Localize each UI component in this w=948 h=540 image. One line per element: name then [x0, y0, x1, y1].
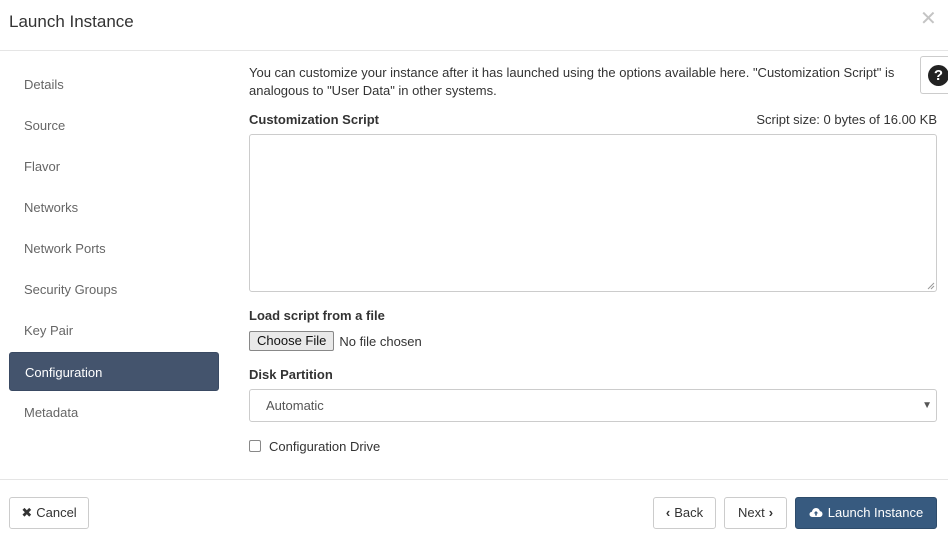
configuration-drive-checkbox[interactable] — [249, 440, 261, 452]
sidebar-item-source[interactable]: Source — [9, 105, 219, 146]
disk-partition-label: Disk Partition — [249, 367, 333, 382]
intro-line-2: analogous to "User Data" in other system… — [249, 83, 497, 98]
sidebar-item-security-groups[interactable]: Security Groups — [9, 269, 219, 310]
chevron-left-icon: ‹ — [665, 505, 671, 520]
load-script-label: Load script from a file — [249, 308, 385, 323]
resize-grip-icon[interactable] — [927, 282, 935, 290]
intro-text: You can customize your instance after it… — [249, 64, 937, 100]
modal-title: Launch Instance — [9, 12, 134, 31]
times-icon: ✖ — [21, 505, 33, 520]
sidebar-item-network-ports[interactable]: Network Ports — [9, 228, 219, 269]
sidebar-item-networks[interactable]: Networks — [9, 187, 219, 228]
choose-file-button[interactable]: Choose File — [249, 331, 335, 351]
sidebar-item-configuration[interactable]: Configuration — [9, 352, 219, 391]
disk-partition-select[interactable]: Automatic ▼ — [249, 389, 937, 422]
file-picker: Choose File No file chosen — [249, 331, 422, 351]
sidebar-item-details[interactable]: Details — [9, 64, 219, 105]
chevron-right-icon: › — [768, 505, 774, 520]
configuration-drive-label[interactable]: Configuration Drive — [269, 439, 380, 454]
modal-footer: ✖ Cancel ‹ Back Next › Launch Instance — [0, 479, 948, 540]
cancel-button[interactable]: ✖ Cancel — [9, 497, 89, 529]
launch-instance-button[interactable]: Launch Instance — [795, 497, 937, 529]
customization-script-textarea[interactable] — [249, 134, 937, 292]
caret-down-icon: ▼ — [922, 400, 932, 411]
close-icon[interactable]: ✕ — [920, 9, 937, 29]
cloud-upload-icon — [809, 508, 823, 518]
sidebar-item-key-pair[interactable]: Key Pair — [9, 310, 219, 351]
customization-script-label: Customization Script — [249, 112, 380, 127]
disk-partition-value: Automatic — [266, 398, 324, 413]
sidebar-item-flavor[interactable]: Flavor — [9, 146, 219, 187]
configuration-drive-row: Configuration Drive — [249, 438, 380, 454]
customization-script-header: Customization Script Script size: 0 byte… — [249, 112, 937, 130]
next-button[interactable]: Next › — [724, 497, 787, 529]
back-label: Back — [674, 505, 704, 520]
no-file-text: No file chosen — [339, 333, 422, 349]
modal-header: Launch Instance ✕ — [0, 0, 948, 51]
wizard-sidebar: Details Source Flavor Networks Network P… — [9, 64, 219, 433]
intro-line-1: You can customize your instance after it… — [249, 65, 895, 80]
launch-label: Launch Instance — [827, 505, 924, 520]
next-label: Next — [737, 505, 765, 520]
back-button[interactable]: ‹ Back — [653, 497, 716, 529]
sidebar-item-metadata[interactable]: Metadata — [9, 392, 219, 433]
script-size-text: Script size: 0 bytes of 16.00 KB — [756, 112, 937, 127]
cancel-label: Cancel — [36, 505, 77, 520]
